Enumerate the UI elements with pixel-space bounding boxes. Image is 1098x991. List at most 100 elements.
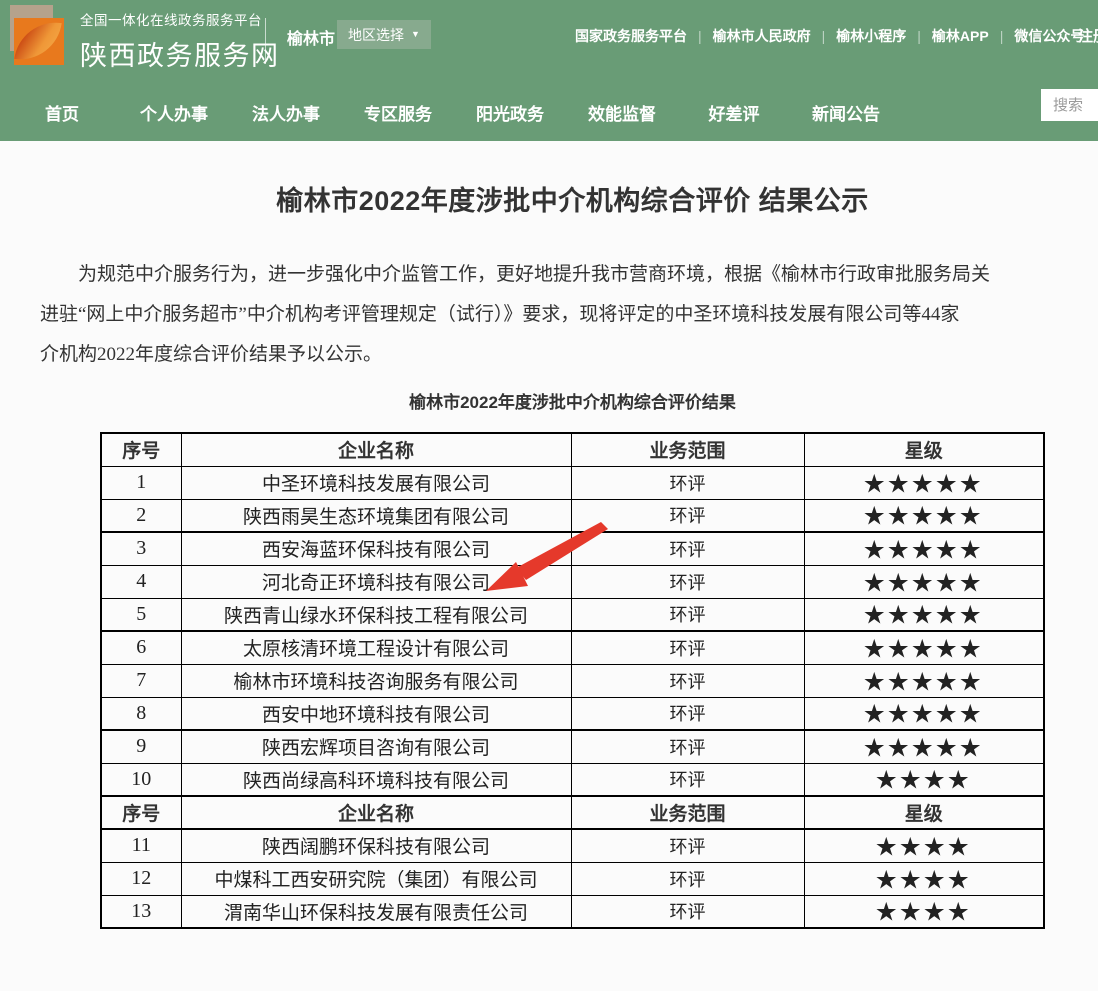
site-logo-icon[interactable] [8,4,72,66]
nav-item-2[interactable]: 法人办事 [230,100,342,125]
column-header: 星级 [804,796,1044,829]
cell-star-rating: ★★★★★ [804,532,1044,565]
link-separator: | [698,28,702,44]
nav-item-6[interactable]: 好差评 [678,100,790,125]
table-row: 5陕西青山绿水环保科技工程有限公司环评★★★★★ [101,598,1044,631]
cell-index: 5 [101,598,181,631]
cell-company-name: 陕西阔鹏环保科技有限公司 [181,829,571,862]
cell-index: 9 [101,730,181,763]
announcement-paragraph: 为规范中介服务行为，进一步强化中介监管工作，更好地提升我市营商环境，根据《榆林市… [40,255,1098,375]
link-separator: | [917,28,921,44]
cell-company-name: 陕西尚绿高科环境科技有限公司 [181,763,571,796]
cell-index: 3 [101,532,181,565]
evaluation-table: 序号企业名称业务范围星级1中圣环境科技发展有限公司环评★★★★★2陕西雨昊生态环… [100,432,1045,929]
cell-company-name: 中圣环境科技发展有限公司 [181,466,571,499]
top-link-0[interactable]: 国家政务服务平台 [575,26,687,46]
table-row: 6太原核清环境工程设计有限公司环评★★★★★ [101,631,1044,664]
cell-index: 8 [101,697,181,730]
nav-item-4[interactable]: 阳光政务 [454,100,566,125]
page-title: 榆林市2022年度涉批中介机构综合评价 结果公示 [40,185,1098,217]
table-row: 7榆林市环境科技咨询服务有限公司环评★★★★★ [101,664,1044,697]
site-name: 陕西政务服务网 [80,34,280,73]
register-link[interactable]: 注册 [1078,25,1098,46]
platform-tagline: 全国一体化在线政务服务平台 [80,9,280,29]
cell-star-rating: ★★★★★ [804,697,1044,730]
cell-business-scope: 环评 [571,565,804,598]
nav-item-0[interactable]: 首页 [6,100,118,125]
cell-business-scope: 环评 [571,631,804,664]
top-link-2[interactable]: 榆林小程序 [836,26,906,46]
table-row: 3西安海蓝环保科技有限公司环评★★★★★ [101,532,1044,565]
table-row: 4河北奇正环境科技有限公司环评★★★★★ [101,565,1044,598]
cell-company-name: 西安海蓝环保科技有限公司 [181,532,571,565]
brand-block: 全国一体化在线政务服务平台 陕西政务服务网 [80,9,280,73]
link-separator: | [1000,28,1004,44]
nav-item-1[interactable]: 个人办事 [118,100,230,125]
cell-star-rating: ★★★★★ [804,730,1044,763]
cell-business-scope: 环评 [571,499,804,532]
cell-index: 11 [101,829,181,862]
paragraph-line-2: 进驻“网上中介服务超市”中介机构考评管理规定（试行）》要求，现将评定的中圣环境科… [40,295,1098,335]
cell-index: 13 [101,895,181,928]
cell-star-rating: ★★★★★ [804,565,1044,598]
column-header: 企业名称 [181,796,571,829]
paragraph-line-3: 介机构2022年度综合评价结果予以公示。 [40,335,1098,375]
chevron-down-icon: ▼ [411,30,420,39]
table-row: 8西安中地环境科技有限公司环评★★★★★ [101,697,1044,730]
cell-company-name: 陕西青山绿水环保科技工程有限公司 [181,598,571,631]
table-header-row: 序号企业名称业务范围星级 [101,796,1044,829]
cell-index: 10 [101,763,181,796]
brand-divider [265,18,266,64]
cell-company-name: 陕西雨昊生态环境集团有限公司 [181,499,571,532]
cell-index: 7 [101,664,181,697]
cell-index: 2 [101,499,181,532]
link-separator: | [822,28,826,44]
table-row: 9陕西宏辉项目咨询有限公司环评★★★★★ [101,730,1044,763]
top-link-3[interactable]: 榆林APP [932,26,989,46]
cell-star-rating: ★★★★★ [804,631,1044,664]
cell-company-name: 渭南华山环保科技发展有限责任公司 [181,895,571,928]
cell-star-rating: ★★★★★ [804,598,1044,631]
nav-item-7[interactable]: 新闻公告 [790,100,902,125]
region-selector-label: 地区选择 [348,25,404,45]
cell-star-rating: ★★★★ [804,862,1044,895]
main-nav: 首页个人办事法人办事专区服务阳光政务效能监督好差评新闻公告 [0,84,1098,141]
column-header: 序号 [101,796,181,829]
announcement-article: 榆林市2022年度涉批中介机构综合评价 结果公示 为规范中介服务行为，进一步强化… [40,185,1098,929]
table-row: 10陕西尚绿高科环境科技有限公司环评★★★★ [101,763,1044,796]
cell-star-rating: ★★★★★ [804,466,1044,499]
nav-item-3[interactable]: 专区服务 [342,100,454,125]
cell-company-name: 西安中地环境科技有限公司 [181,697,571,730]
cell-company-name: 陕西宏辉项目咨询有限公司 [181,730,571,763]
column-header: 企业名称 [181,433,571,466]
search-input[interactable] [1041,89,1098,121]
cell-index: 1 [101,466,181,499]
cell-index: 4 [101,565,181,598]
top-links: 国家政务服务平台 | 榆林市人民政府 | 榆林小程序 | 榆林APP | 微信公众号 [575,26,1084,46]
cell-business-scope: 环评 [571,664,804,697]
cell-star-rating: ★★★★★ [804,499,1044,532]
column-header: 业务范围 [571,796,804,829]
current-city-label: 榆林市 [287,25,335,49]
cell-business-scope: 环评 [571,532,804,565]
cell-company-name: 太原核清环境工程设计有限公司 [181,631,571,664]
cell-index: 12 [101,862,181,895]
nav-item-5[interactable]: 效能监督 [566,100,678,125]
cell-business-scope: 环评 [571,697,804,730]
top-link-4[interactable]: 微信公众号 [1014,26,1084,46]
cell-business-scope: 环评 [571,895,804,928]
region-selector-button[interactable]: 地区选择 ▼ [337,20,431,49]
evaluation-table-body: 序号企业名称业务范围星级1中圣环境科技发展有限公司环评★★★★★2陕西雨昊生态环… [101,433,1044,928]
table-caption: 榆林市2022年度涉批中介机构综合评价结果 [40,391,1098,415]
column-header: 业务范围 [571,433,804,466]
table-row: 12中煤科工西安研究院（集团）有限公司环评★★★★ [101,862,1044,895]
cell-index: 6 [101,631,181,664]
page: { "colors": { "header_green": "#699c76",… [0,0,1098,947]
cell-business-scope: 环评 [571,466,804,499]
table-row: 13渭南华山环保科技发展有限责任公司环评★★★★ [101,895,1044,928]
cell-star-rating: ★★★★ [804,829,1044,862]
top-link-1[interactable]: 榆林市人民政府 [713,26,811,46]
cell-business-scope: 环评 [571,763,804,796]
cell-star-rating: ★★★★★ [804,664,1044,697]
table-row: 1中圣环境科技发展有限公司环评★★★★★ [101,466,1044,499]
